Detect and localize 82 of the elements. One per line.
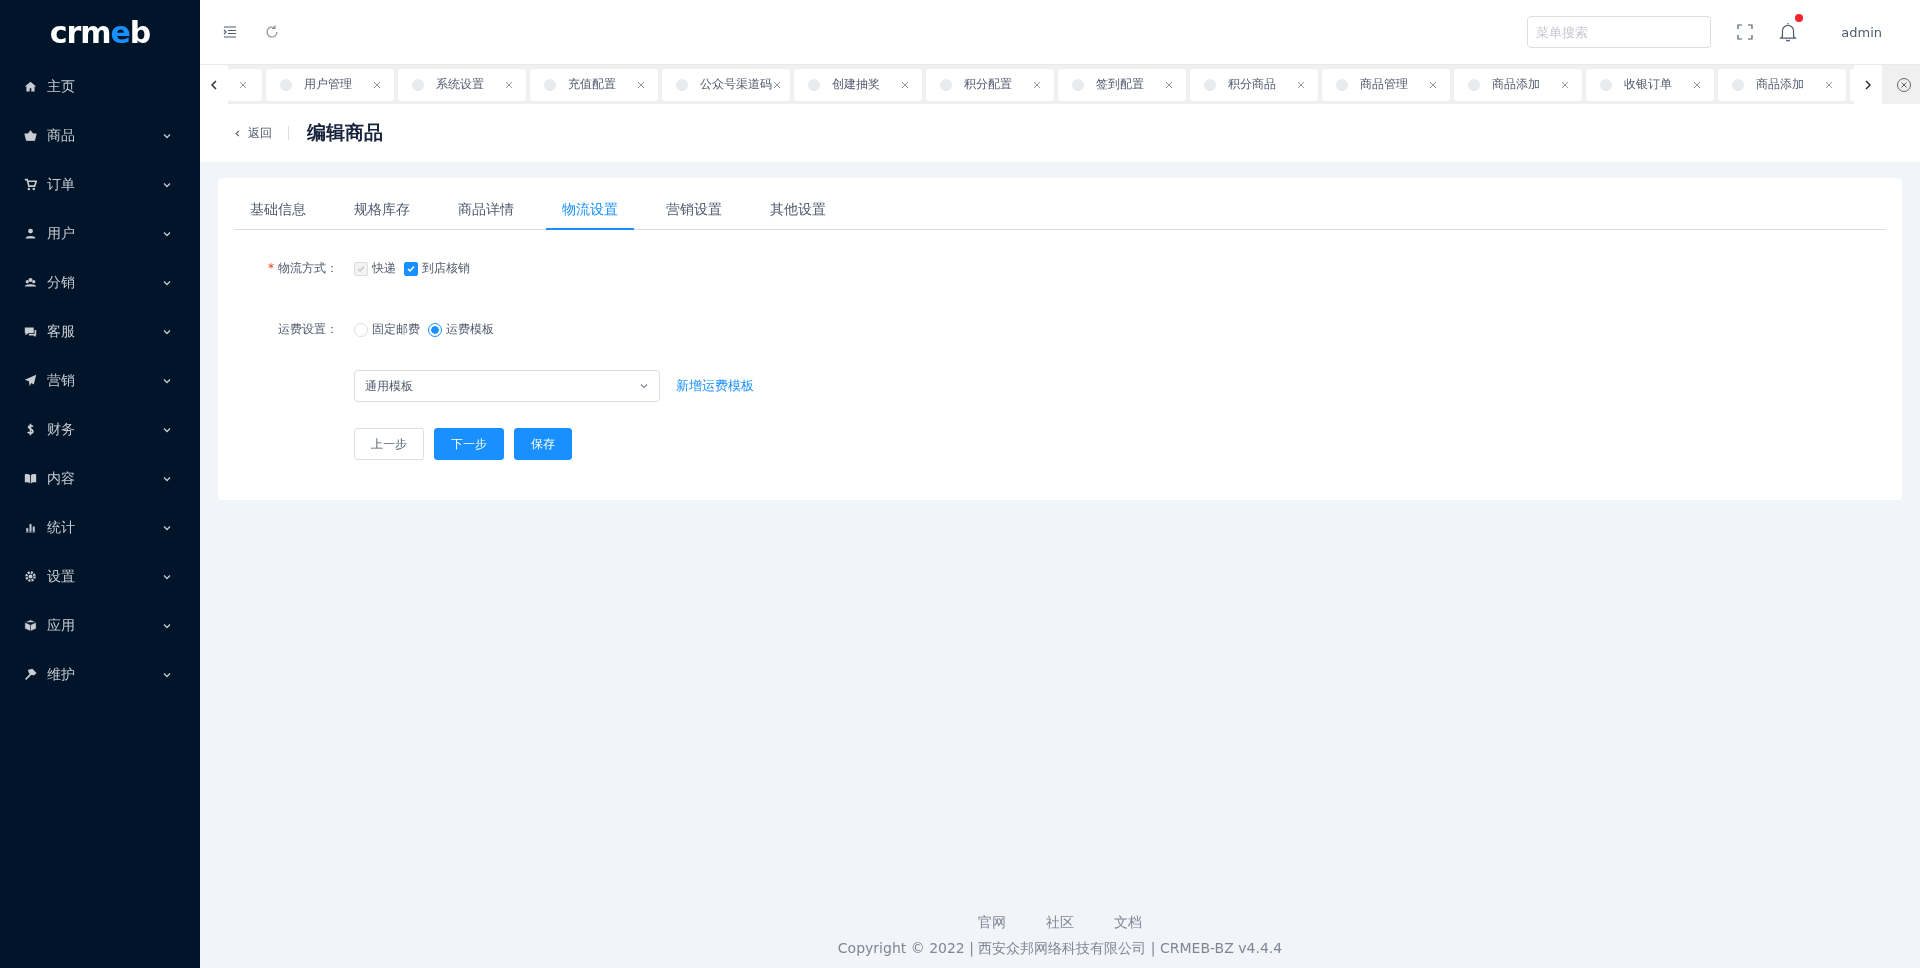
sidebar-item[interactable]: 客服: [0, 307, 200, 356]
user-icon: [24, 227, 37, 240]
radio-option[interactable]: 运费模板: [428, 321, 494, 338]
page-tab[interactable]: 积分商品: [1190, 68, 1318, 101]
page-tab[interactable]: 用户管理: [266, 68, 394, 101]
chevron-left-icon: [233, 128, 242, 138]
sidebar-item[interactable]: 统计: [0, 503, 200, 552]
template-select[interactable]: 通用模板: [354, 370, 660, 402]
button[interactable]: 上一步: [354, 428, 424, 460]
page-title: 编辑商品: [307, 120, 383, 145]
cube-icon: [24, 619, 37, 632]
cart-icon: [24, 178, 37, 191]
check-icon: [356, 263, 366, 274]
fullscreen-icon[interactable]: [1737, 24, 1754, 40]
sidebar-item[interactable]: 分销: [0, 258, 200, 307]
menu-icon[interactable]: [222, 24, 238, 40]
chart-icon: [24, 521, 37, 534]
refresh-icon[interactable]: [264, 24, 280, 40]
send-icon: [24, 374, 37, 387]
user-name[interactable]: admin: [1841, 24, 1882, 40]
close-icon[interactable]: [1296, 79, 1306, 90]
page-tab[interactable]: 公众号渠道码: [662, 68, 790, 101]
bell-icon[interactable]: [1779, 22, 1798, 42]
search-field[interactable]: 菜单搜索: [1527, 16, 1712, 48]
radio-option[interactable]: 固定邮费: [354, 321, 420, 338]
close-icon[interactable]: [1032, 79, 1042, 90]
settings-icon: [24, 570, 37, 583]
footer-link[interactable]: 官网: [978, 914, 1006, 932]
chat-icon: [24, 325, 37, 338]
book-icon: [24, 472, 37, 485]
checkbox-option[interactable]: 到店核销: [404, 260, 470, 277]
page-tab[interactable]: 商品管理: [1322, 68, 1450, 101]
sidebar-item[interactable]: 维护: [0, 650, 200, 699]
close-icon[interactable]: [1896, 76, 1912, 93]
chevron-down-icon: [639, 381, 649, 391]
sidebar-item[interactable]: 设置: [0, 552, 200, 601]
form-tab[interactable]: 营销设置: [650, 190, 738, 230]
logo: crmeb: [48, 13, 152, 52]
basket-icon: [24, 129, 37, 142]
close-icon[interactable]: [1560, 79, 1570, 90]
form-tab[interactable]: 基础信息: [234, 190, 322, 230]
form-tab[interactable]: 商品详情: [442, 190, 530, 230]
sidebar-item[interactable]: 商品: [0, 111, 200, 160]
close-icon[interactable]: [1692, 79, 1702, 90]
sidebar-item[interactable]: 订单: [0, 160, 200, 209]
chevron-right-icon: [1863, 79, 1873, 90]
sidebar-item[interactable]: 应用: [0, 601, 200, 650]
close-icon[interactable]: [1824, 79, 1834, 90]
form-tab[interactable]: 规格库存: [338, 190, 426, 230]
close-icon[interactable]: [900, 79, 910, 90]
close-icon[interactable]: [238, 79, 248, 90]
close-icon[interactable]: [504, 79, 514, 90]
close-icon[interactable]: [1164, 79, 1174, 90]
page-tab[interactable]: 商品添加: [1454, 68, 1582, 101]
chevron-left-icon: [209, 79, 219, 90]
close-icon[interactable]: [372, 79, 382, 90]
home-icon: [24, 80, 37, 93]
copyright-text: Copyright © 2022 | 西安众邦网络科技有限公司 | CRMEB-BZ v4.4.4: [837, 940, 1283, 958]
close-icon[interactable]: [636, 79, 646, 90]
field-label: 运费设置：: [277, 321, 339, 338]
check-icon: [406, 263, 416, 274]
page-tab[interactable]: 积分配置: [926, 68, 1054, 101]
sidebar-item[interactable]: 用户: [0, 209, 200, 258]
page-tab[interactable]: 系统设置: [398, 68, 526, 101]
page-tab[interactable]: 商品添加: [1718, 68, 1846, 101]
close-icon[interactable]: [772, 79, 782, 90]
footer-link[interactable]: 社区: [1046, 914, 1074, 932]
page-tab[interactable]: 创建抽奖: [794, 68, 922, 101]
form-tab[interactable]: 其他设置: [754, 190, 842, 230]
hammer-icon: [24, 668, 37, 681]
sidebar-item[interactable]: 营销: [0, 356, 200, 405]
page-tab[interactable]: 充值配置: [530, 68, 658, 101]
back-link[interactable]: 返回: [233, 124, 272, 142]
sidebar-item[interactable]: 内容: [0, 454, 200, 503]
group-icon: [24, 276, 37, 289]
field-label: * 物流方式：: [267, 260, 339, 277]
dollar-icon: [24, 423, 37, 436]
page-tab[interactable]: 收银订单: [1586, 68, 1714, 101]
sidebar-item[interactable]: 财务: [0, 405, 200, 454]
close-icon[interactable]: [1428, 79, 1438, 90]
page-tab[interactable]: 签到配置: [1058, 68, 1186, 101]
sidebar-item[interactable]: 主页: [0, 62, 200, 111]
